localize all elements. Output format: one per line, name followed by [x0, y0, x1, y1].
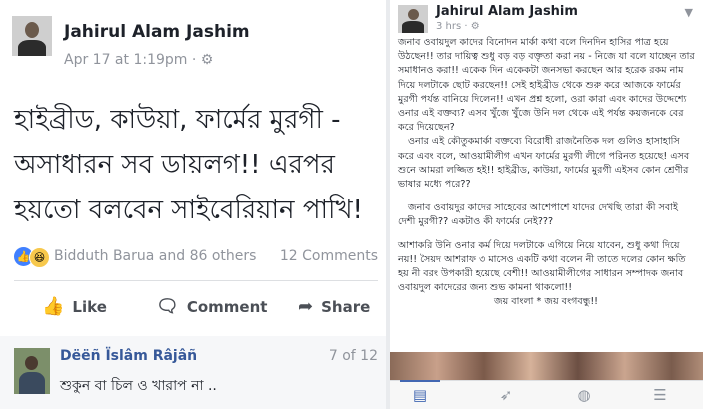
post-author-name[interactable]: Jahirul Alam Jashim [436, 4, 578, 19]
comment-text: শুকুন বা চিল ও খারাপ না .. [60, 378, 217, 394]
news-feed-icon[interactable]: ▤ [400, 380, 440, 404]
share-button[interactable]: ➦ Share [298, 296, 370, 317]
comment-button[interactable]: 🗨 Comment [156, 296, 267, 317]
post-paragraph: জনাব ওবায়দুল কাদের বিনোদন মার্কা কথা বল… [398, 37, 695, 134]
bottom-tab-bar: ▤ ➶ ◍ ☰ [390, 380, 703, 409]
globe-icon[interactable]: ◍ [572, 386, 596, 404]
commenter-avatar[interactable] [14, 348, 50, 394]
share-label: Share [321, 297, 371, 316]
post-paragraph: জনাব ওবায়দুর কাদের সাহেবের আশেপাশে যাদে… [398, 202, 678, 228]
post-photo[interactable] [390, 352, 703, 380]
thumbs-up-icon: 👍 [42, 296, 65, 317]
menu-icon[interactable]: ☰ [648, 386, 672, 404]
post-timestamp[interactable]: Apr 17 at 1:19pm · ⚙ [64, 52, 213, 68]
reactions-names[interactable]: Bidduth Barua and 86 others [54, 248, 256, 264]
chevron-down-icon[interactable]: ▼ [685, 6, 693, 19]
author-avatar[interactable] [398, 5, 428, 33]
left-post-panel: Jahirul Alam Jashim Apr 17 at 1:19pm · ⚙… [0, 0, 386, 409]
post-paragraph: জয় বাংলা * জয় বংগবন্ধু!! [494, 296, 599, 308]
right-post-panel: Jahirul Alam Jashim 3 hrs · ⚙ ▼ জনাব ওবা… [390, 0, 703, 409]
comment-position: 7 of 12 [328, 348, 378, 364]
post-timestamp[interactable]: 3 hrs · ⚙ [436, 21, 480, 32]
post-author-name[interactable]: Jahirul Alam Jashim [64, 22, 250, 42]
comments-count[interactable]: 12 Comments [280, 248, 378, 264]
divider [14, 280, 378, 281]
share-arrow-icon: ➦ [298, 296, 314, 317]
reactions-summary[interactable]: 👍 😆 Bidduth Barua and 86 others 12 Comme… [14, 246, 378, 268]
like-button[interactable]: 👍 Like [42, 296, 107, 317]
like-label: Like [72, 297, 107, 316]
post-paragraph: আশাকরি উনি ওনার কর্ম দিয়ে দলটাকে এগিয়ে… [398, 239, 686, 294]
comment-item: Dëëñ Ïslâm Râjâñ 7 of 12 শুকুন বা চিল ও … [0, 336, 386, 409]
commenter-name[interactable]: Dëëñ Ïslâm Râjâñ [60, 348, 197, 364]
haha-reaction-icon: 😆 [29, 247, 50, 268]
reaction-icons: 👍 😆 [14, 247, 52, 268]
rocket-icon[interactable]: ➶ [494, 386, 518, 404]
speech-bubble-icon: 🗨 [156, 296, 179, 317]
post-text: জনাব ওবায়দুল কাদের বিনোদন মার্কা কথা বল… [398, 36, 698, 310]
comment-label: Comment [186, 297, 268, 316]
author-avatar[interactable] [12, 16, 52, 56]
post-paragraph: ওনার এই কৌতুকমার্কা বক্তব্যে বিরোধী রাজন… [398, 136, 690, 191]
post-text: হাইব্রীড, কাউয়া, ফার্মের মুরগী - অসাধার… [14, 105, 363, 225]
